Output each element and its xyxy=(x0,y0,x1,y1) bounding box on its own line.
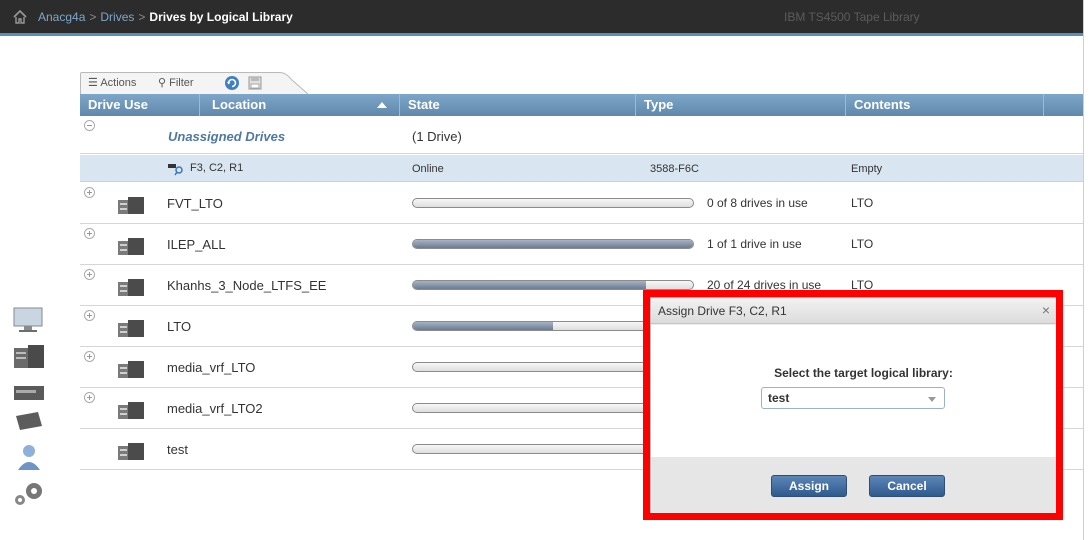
expand-icon[interactable] xyxy=(84,228,95,239)
dialog-title-bar: Assign Drive F3, C2, R1 × xyxy=(651,298,1056,324)
library-contents: LTO xyxy=(851,237,874,251)
left-dock xyxy=(0,300,60,530)
drive-type: 3588-F6C xyxy=(650,163,699,175)
usage-text: 0 of 8 drives in use xyxy=(707,196,808,210)
actions-menu[interactable]: ☰ Actions xyxy=(88,76,136,89)
home-icon[interactable] xyxy=(12,9,28,25)
unassigned-group-row[interactable]: Unassigned Drives (1 Drive) xyxy=(80,116,1083,154)
library-name: LTO xyxy=(167,319,192,334)
drive-state: Online xyxy=(412,163,444,175)
dialog-footer: Assign Cancel xyxy=(651,457,1056,513)
settings-gears-icon[interactable] xyxy=(10,478,48,508)
close-icon[interactable]: × xyxy=(1042,302,1050,318)
chevron-down-icon xyxy=(928,397,936,402)
list-icon: ☰ xyxy=(88,77,101,89)
usage-progress-bar xyxy=(412,280,694,290)
table-toolbar: ☰ Actions ⚲ Filter xyxy=(80,72,312,94)
library-name: media_vrf_LTO2 xyxy=(167,401,263,416)
collapse-icon[interactable] xyxy=(84,120,95,131)
breadcrumb: Anacg4a > Drives > Drives by Logical Library xyxy=(38,10,293,24)
refresh-icon[interactable] xyxy=(224,75,240,91)
monitor-icon[interactable] xyxy=(10,304,48,334)
filter-button[interactable]: ⚲ Filter xyxy=(158,76,194,89)
assign-button[interactable]: Assign xyxy=(771,475,847,497)
expand-icon[interactable] xyxy=(84,187,95,198)
unassigned-count: (1 Drive) xyxy=(412,129,462,144)
column-location-label: Location xyxy=(212,97,267,112)
library-icon xyxy=(118,197,144,214)
column-contents-label: Contents xyxy=(854,97,911,112)
usage-progress-fill xyxy=(413,240,693,248)
drive-icon[interactable] xyxy=(10,378,48,408)
library-contents: LTO xyxy=(851,196,874,210)
save-icon[interactable] xyxy=(248,76,262,90)
library-name: ILEP_ALL xyxy=(167,237,226,252)
usage-text: 20 of 24 drives in use xyxy=(707,278,822,292)
table-header: Drive Use Location State Type Contents xyxy=(80,94,1083,116)
library-icon xyxy=(118,238,144,255)
usage-text: 1 of 1 drive in use xyxy=(707,237,802,251)
logical-library-select[interactable]: test xyxy=(761,387,945,409)
filter-label: Filter xyxy=(169,77,194,89)
column-location[interactable]: Location xyxy=(200,94,400,116)
column-state[interactable]: State xyxy=(400,94,636,116)
library-icon xyxy=(118,361,144,378)
library-contents: LTO xyxy=(851,278,874,292)
breadcrumb-drives[interactable]: Drives xyxy=(100,10,134,24)
library-icon xyxy=(118,279,144,296)
column-type[interactable]: Type xyxy=(636,94,846,116)
drive-location: F3, C2, R1 xyxy=(190,162,244,174)
cartridge-icon[interactable] xyxy=(10,406,48,436)
user-icon[interactable] xyxy=(10,442,48,472)
unassigned-label: Unassigned Drives xyxy=(168,129,286,144)
expand-icon[interactable] xyxy=(84,351,95,362)
app-frame: Anacg4a > Drives > Drives by Logical Library… xyxy=(0,0,1084,540)
breadcrumb-separator: > xyxy=(138,10,146,24)
drive-row-selected[interactable]: F3, C2, R1 Online 3588-F6C Empty xyxy=(80,155,1083,182)
breadcrumb-anacg4a[interactable]: Anacg4a xyxy=(38,10,85,24)
library-name: Khanhs_3_Node_LTFS_EE xyxy=(167,278,327,293)
expand-icon[interactable] xyxy=(84,269,95,280)
product-name: IBM TS4500 Tape Library xyxy=(784,10,920,24)
column-type-label: Type xyxy=(644,97,674,112)
library-row[interactable]: ILEP_ALL 1 of 1 drive in use LTO xyxy=(80,224,1083,265)
usage-progress-fill xyxy=(413,322,553,330)
column-contents[interactable]: Contents xyxy=(846,94,1044,116)
usage-progress-bar xyxy=(412,239,694,249)
library-icon xyxy=(118,402,144,419)
dialog-prompt: Select the target logical library: xyxy=(774,366,953,380)
column-state-label: State xyxy=(408,97,440,112)
library-icon[interactable] xyxy=(10,342,48,372)
column-drive-use[interactable]: Drive Use xyxy=(80,94,200,116)
drive-search-icon xyxy=(168,164,183,176)
actions-label: Actions xyxy=(100,77,137,89)
cancel-button[interactable]: Cancel xyxy=(869,475,945,497)
top-bar: Anacg4a > Drives > Drives by Logical Library… xyxy=(0,0,1083,36)
page-title: Drives by Logical Library xyxy=(149,10,293,24)
drive-contents: Empty xyxy=(851,163,883,175)
search-icon: ⚲ xyxy=(158,77,170,89)
breadcrumb-separator: > xyxy=(89,10,97,24)
library-name: test xyxy=(167,442,188,457)
selected-library-value: test xyxy=(768,391,790,405)
usage-progress-fill xyxy=(413,281,647,289)
assign-drive-dialog: Assign Drive F3, C2, R1 × Select the tar… xyxy=(650,297,1057,513)
library-name: media_vrf_LTO xyxy=(167,360,256,375)
library-row[interactable]: FVT_LTO 0 of 8 drives in use LTO xyxy=(80,183,1083,224)
library-name: FVT_LTO xyxy=(167,196,223,211)
dialog-title: Assign Drive F3, C2, R1 xyxy=(658,304,787,318)
usage-progress-bar xyxy=(412,198,694,208)
library-icon xyxy=(118,320,144,337)
library-icon xyxy=(118,443,144,460)
dialog-prompt-wrap: Select the target logical library: xyxy=(651,366,1056,380)
column-drive-use-label: Drive Use xyxy=(88,97,148,112)
expand-icon[interactable] xyxy=(84,310,95,321)
expand-icon[interactable] xyxy=(84,392,95,403)
dialog-body: Select the target logical library: test xyxy=(651,325,1056,457)
sort-ascending-icon xyxy=(377,102,387,108)
